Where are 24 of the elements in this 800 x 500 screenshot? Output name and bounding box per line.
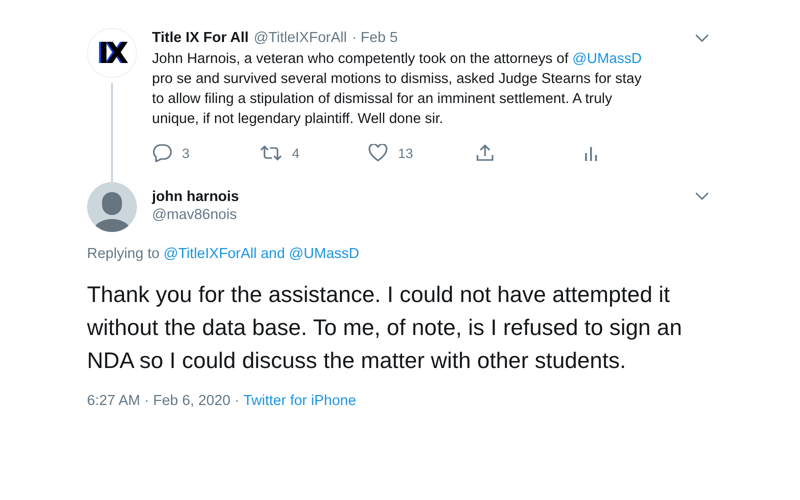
action-count: 3 [182, 146, 190, 160]
mention-links[interactable]: @TitleIXForAll and @UMassD [164, 246, 360, 262]
tweet-date[interactable]: · Feb 5 [352, 30, 398, 46]
heart-icon[interactable] [368, 144, 388, 162]
source-link[interactable]: Twitter for iPhone [243, 393, 356, 409]
retweet-icon[interactable] [260, 145, 282, 161]
author-handle[interactable]: @TitleIXForAll [254, 30, 347, 46]
tweet-text: John Harnois, a veteran who competently took on the attorneys of @UMassD pro se and survived several motions to dismiss, asked Judge Stearns for stay to allow filing a stipulation of dismissal for an imminent settlement. A truly unique, if not legendary plaintiff. Well done sir. [152, 50, 643, 129]
default-avatar-icon[interactable] [87, 182, 137, 232]
author-handle[interactable]: @mav86nois [152, 207, 239, 223]
speech-bubble-icon[interactable] [152, 144, 172, 162]
author-name[interactable]: Title IX For All [152, 30, 249, 46]
action-count: 13 [398, 146, 414, 160]
action-count: 4 [292, 146, 300, 160]
tweet-timestamp[interactable]: 6:27 AM · Feb 6, 2020 · [87, 393, 240, 409]
bar-chart-icon[interactable] [584, 145, 598, 161]
reply-text: Thank you for the assistance. I could not have attempted it without the data base. To me, of note, is I refused to sign an NDA so I could discuss the matter with other students. [87, 281, 683, 375]
chevron-down-icon[interactable] [695, 34, 709, 42]
chevron-down-icon[interactable] [695, 192, 709, 200]
mention-link[interactable]: @UMassD [572, 51, 642, 67]
avatar-logo[interactable]: IX [87, 28, 137, 78]
replying-to-label: Replying to [87, 246, 160, 262]
share-icon[interactable] [476, 144, 494, 162]
author-name[interactable]: john harnois [152, 189, 239, 205]
